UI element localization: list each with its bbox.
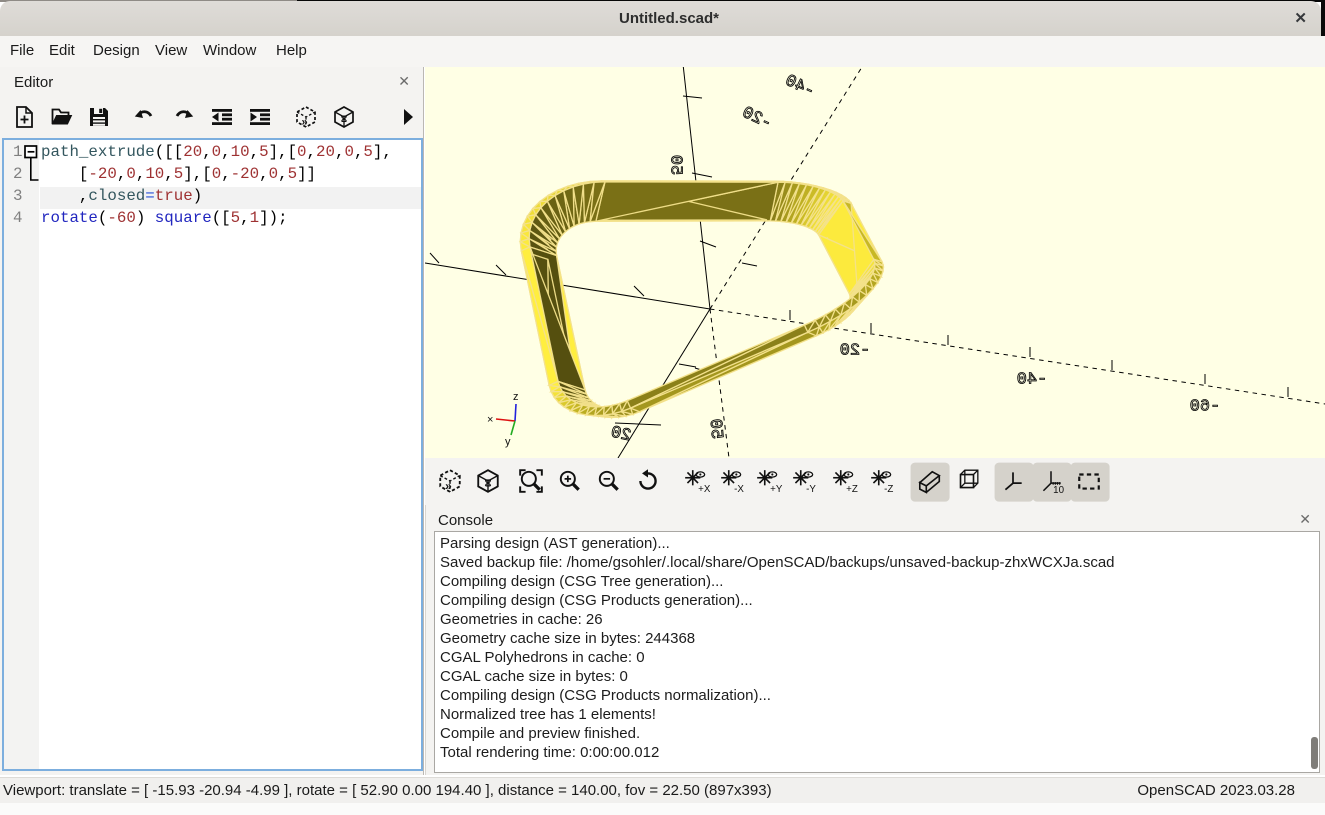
svg-text:-X: -X [734, 484, 744, 495]
svg-text:+X: +X [698, 484, 711, 495]
svg-text:-20: -20 [739, 104, 775, 134]
svg-text:50: 50 [705, 418, 726, 440]
svg-text:+Y: +Y [770, 484, 783, 495]
svg-text:»: » [302, 117, 308, 129]
svg-text:-60: -60 [1190, 397, 1221, 416]
svg-text:-20: -20 [840, 341, 871, 360]
svg-text:-Y: -Y [806, 484, 816, 495]
svg-text:+Z: +Z [846, 484, 858, 495]
svg-text:10: 10 [1053, 485, 1064, 496]
svg-text:z: z [513, 391, 519, 403]
svg-text:-Z: -Z [884, 484, 893, 495]
svg-text:20: 20 [609, 424, 633, 447]
svg-text:50: 50 [666, 155, 685, 175]
svg-text:y: y [505, 436, 511, 448]
svg-text:×: × [487, 414, 493, 426]
svg-text:-40: -40 [782, 72, 818, 102]
svg-text:»: » [445, 479, 452, 493]
svg-text:-40: -40 [1017, 370, 1048, 389]
